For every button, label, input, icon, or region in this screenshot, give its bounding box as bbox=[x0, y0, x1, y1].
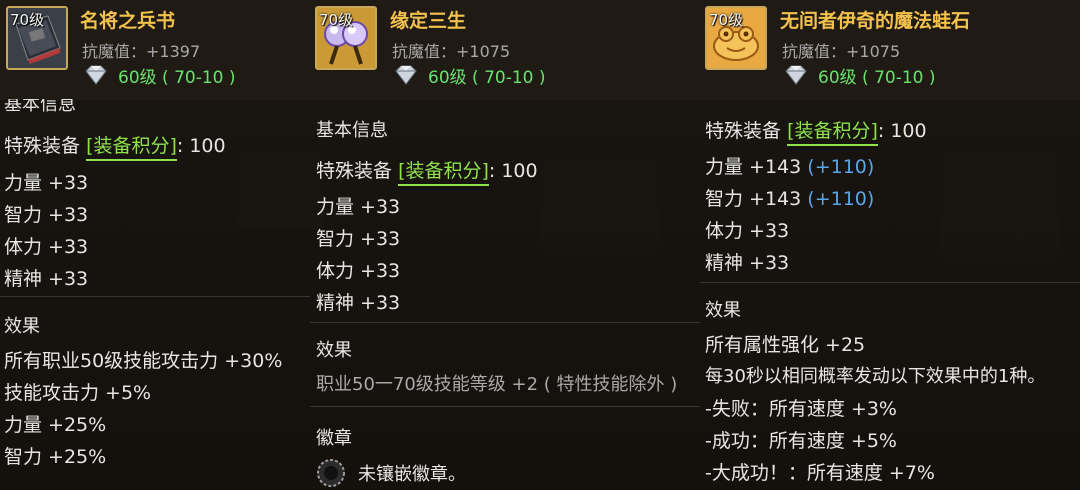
effect-line: 所有属性强化 +25 bbox=[705, 334, 866, 356]
resist-value: 抗魔值：+1075 bbox=[782, 42, 901, 61]
item-icon-orbs[interactable]: 70级 bbox=[315, 6, 377, 70]
stat-spirit: 精神 +33 bbox=[705, 252, 790, 274]
resist-value: 抗魔值：+1075 bbox=[392, 42, 511, 61]
stat-strength: 力量 +33 bbox=[316, 196, 401, 218]
special-equip-line: 特殊装备 [装备积分]: 100 bbox=[316, 156, 538, 186]
section-effect: 效果 bbox=[316, 340, 352, 361]
diamond-icon bbox=[85, 65, 107, 85]
requirement-text: 60级 ( 70-10 ) bbox=[818, 67, 936, 88]
emblem-slot[interactable]: 未镶嵌徽章。 bbox=[316, 458, 466, 488]
equip-score-tag[interactable]: [装备积分] bbox=[86, 135, 177, 161]
item-tooltip-3: 70级 无间者伊奇的魔法蛙石 抗魔值：+1075 60级 ( 70-10 ) 特… bbox=[700, 0, 1080, 490]
item-title: 名将之兵书 bbox=[80, 10, 176, 32]
item-icon-book[interactable]: 70级 bbox=[6, 6, 68, 70]
diamond-icon bbox=[395, 65, 417, 85]
stat-intelligence: 智力 +33 bbox=[4, 204, 89, 226]
item-icon-frog[interactable]: 70级 bbox=[705, 6, 767, 70]
effect-line: 职业50一70级技能等级 +2 ( 特性技能除外 ) bbox=[316, 374, 678, 395]
item-level-tag: 70级 bbox=[319, 11, 354, 29]
level-requirement: 60级 ( 70-10 ) bbox=[782, 62, 936, 88]
tooltip-header: 70级 缘定三生 抗魔值：+1075 60级 ( 70-10 ) bbox=[310, 0, 700, 100]
effect-line: 技能攻击力 +5% bbox=[4, 382, 152, 404]
stat-bonus: (+110) bbox=[807, 156, 875, 178]
item-title: 无间者伊奇的魔法蛙石 bbox=[780, 10, 971, 32]
requirement-text: 60级 ( 70-10 ) bbox=[118, 67, 236, 88]
resist-value: 抗魔值：+1397 bbox=[82, 42, 201, 61]
diamond-icon bbox=[785, 65, 807, 85]
requirement-text: 60级 ( 70-10 ) bbox=[428, 67, 546, 88]
item-title: 缘定三生 bbox=[390, 10, 467, 32]
emblem-text: 未镶嵌徽章。 bbox=[358, 464, 466, 485]
item-level-tag: 70级 bbox=[709, 11, 744, 29]
effect-line: -失败：所有速度 +3% bbox=[705, 398, 897, 420]
level-requirement: 60级 ( 70-10 ) bbox=[392, 62, 546, 88]
level-requirement: 60级 ( 70-10 ) bbox=[82, 62, 236, 88]
emblem-slot-icon bbox=[317, 459, 345, 487]
stat-strength: 力量 +143 (+110) bbox=[705, 156, 875, 178]
effect-line: -成功：所有速度 +5% bbox=[705, 430, 897, 452]
special-equip-line: 特殊装备 [装备积分]: 100 bbox=[4, 131, 226, 161]
item-level-tag: 70级 bbox=[10, 11, 45, 29]
stat-bonus: (+110) bbox=[807, 188, 875, 210]
item-tooltip-1: 70级 名将之兵书 抗魔值：+1397 60级 ( 70-10 ) 基本信息 特… bbox=[0, 0, 310, 490]
effect-line: -大成功！：所有速度 +7% bbox=[705, 462, 935, 484]
effect-line: 智力 +25% bbox=[4, 446, 107, 468]
section-basic-info: 基本信息 bbox=[316, 120, 388, 141]
divider bbox=[310, 406, 700, 407]
stat-spirit: 精神 +33 bbox=[4, 268, 89, 290]
divider bbox=[700, 282, 1080, 283]
stat-spirit: 精神 +33 bbox=[316, 292, 401, 314]
equip-score-tag[interactable]: [装备积分] bbox=[787, 120, 878, 146]
stat-vitality: 体力 +33 bbox=[705, 220, 790, 242]
tooltip-header: 70级 名将之兵书 抗魔值：+1397 60级 ( 70-10 ) bbox=[0, 0, 310, 100]
effect-line: 所有职业50级技能攻击力 +30% bbox=[4, 350, 283, 372]
item-tooltip-2: 70级 缘定三生 抗魔值：+1075 60级 ( 70-10 ) 基本信息 特殊… bbox=[310, 0, 700, 490]
equip-score-tag[interactable]: [装备积分] bbox=[398, 160, 489, 186]
section-effect: 效果 bbox=[4, 316, 40, 337]
special-equip-line: 特殊装备 [装备积分]: 100 bbox=[705, 116, 927, 146]
stat-vitality: 体力 +33 bbox=[316, 260, 401, 282]
stat-vitality: 体力 +33 bbox=[4, 236, 89, 258]
effect-line: 每30秒以相同概率发动以下效果中的1种。 bbox=[705, 366, 1046, 387]
stat-intelligence: 智力 +143 (+110) bbox=[705, 188, 875, 210]
stat-strength: 力量 +33 bbox=[4, 172, 89, 194]
effect-line: 力量 +25% bbox=[4, 414, 107, 436]
divider bbox=[0, 296, 310, 297]
stat-intelligence: 智力 +33 bbox=[316, 228, 401, 250]
tooltip-header: 70级 无间者伊奇的魔法蛙石 抗魔值：+1075 60级 ( 70-10 ) bbox=[700, 0, 1080, 100]
section-emblem: 徽章 bbox=[316, 428, 352, 449]
divider bbox=[310, 322, 700, 323]
section-effect: 效果 bbox=[705, 300, 741, 321]
